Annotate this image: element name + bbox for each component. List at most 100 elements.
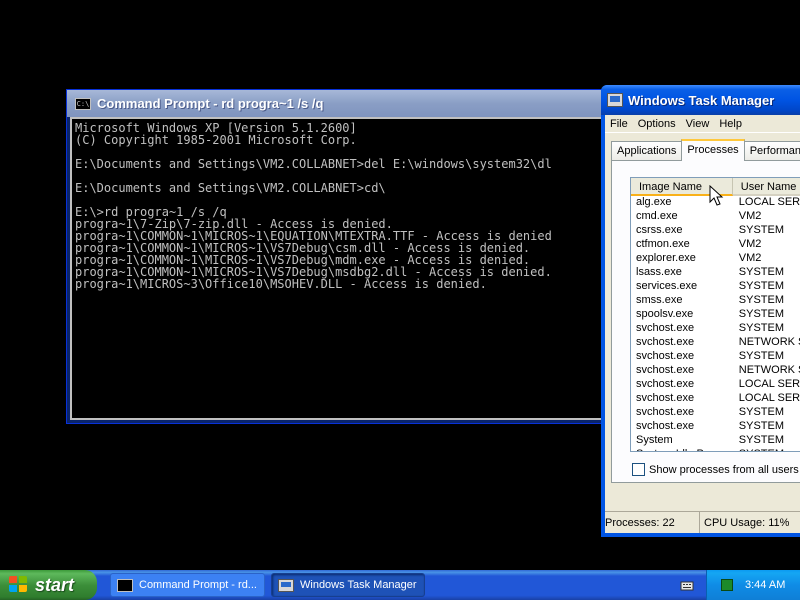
process-user-name: NETWORK SERVICE [738, 364, 800, 376]
process-row[interactable]: svchost.exe NETWORK SERVICE [631, 364, 800, 378]
process-image-name: svchost.exe [636, 322, 695, 334]
menu-options[interactable]: Options [633, 118, 681, 130]
process-user-name: SYSTEM [738, 322, 785, 334]
process-image-name: explorer.exe [636, 252, 696, 264]
menu-bar: File Options View Help [605, 115, 800, 133]
process-user-name: SYSTEM [738, 350, 785, 362]
status-process-count: Processes: 22 [605, 512, 700, 533]
task-manager-icon [607, 93, 623, 107]
process-image-name: System Idle Process [631, 448, 733, 451]
process-row[interactable]: svchost.exe SYSTEM [631, 322, 800, 336]
process-row[interactable]: svchost.exe SYSTEM [631, 420, 800, 434]
task-manager-client: File Options View Help Applications Proc… [605, 115, 800, 533]
show-all-processes-label[interactable]: Show processes from all users [649, 464, 799, 476]
process-row[interactable]: svchost.exe SYSTEM [631, 350, 800, 364]
command-prompt-titlebar[interactable]: C:\ Command Prompt - rd progra~1 /s /q [67, 90, 625, 117]
process-user-name: SYSTEM [738, 294, 785, 306]
system-tray: 3:44 AM [706, 570, 800, 600]
tab-performance[interactable]: Performance [743, 141, 800, 161]
process-image-name: cmd.exe [636, 210, 678, 222]
tab-applications[interactable]: Applications [611, 141, 683, 161]
process-image-name: smss.exe [636, 294, 683, 306]
process-user-name: SYSTEM [738, 266, 785, 278]
taskbar: start Command Prompt - rd... Windows Tas… [0, 570, 800, 600]
process-row[interactable]: smss.exe SYSTEM [631, 294, 800, 308]
task-manager-window[interactable]: Windows Task Manager File Options View H… [601, 85, 800, 537]
menu-file[interactable]: File [605, 118, 633, 130]
process-row[interactable]: svchost.exe NETWORK SERVICE [631, 336, 800, 350]
clock[interactable]: 3:44 AM [745, 579, 785, 591]
process-row[interactable]: spoolsv.exe SYSTEM [631, 308, 800, 322]
process-user-name: SYSTEM [738, 224, 785, 236]
process-user-name: SYSTEM [738, 308, 785, 320]
console-line: (C) Copyright 1985-2001 Microsoft Corp. [75, 133, 357, 147]
process-image-name: svchost.exe [636, 336, 695, 348]
process-row[interactable]: svchost.exe LOCAL SERVICE [631, 378, 800, 392]
process-rows: alg.exeLOCAL SERVICEcmd.exeVM2csrss.exeS… [631, 196, 800, 451]
cmd-icon: C:\ [75, 97, 91, 110]
processes-panel: Image Name User Name alg.exeLOCAL SERVIC… [611, 160, 800, 483]
status-cpu-usage: CPU Usage: 11% [704, 516, 790, 529]
task-manager-icon [278, 578, 294, 592]
process-image-name: services.exe [636, 280, 698, 292]
start-button[interactable]: start [0, 570, 97, 600]
keyboard-icon[interactable] [680, 578, 694, 592]
process-user-name: SYSTEM [738, 434, 785, 446]
task-manager-title: Windows Task Manager [628, 92, 775, 108]
process-row[interactable]: lsass.exe SYSTEM [631, 266, 800, 280]
process-row[interactable]: System SYSTEM [631, 434, 800, 448]
process-user-name: SYSTEM [738, 420, 785, 432]
process-row[interactable]: csrss.exe SYSTEM [631, 224, 800, 238]
mouse-pointer-icon [709, 185, 724, 206]
process-user-name: LOCAL SERVICE [738, 392, 800, 404]
process-image-name: spoolsv.exe [636, 308, 694, 320]
process-row[interactable]: svchost.exe LOCAL SERVICE [631, 392, 800, 406]
tab-strip: Applications Processes Performance [611, 139, 800, 161]
taskbar-button-command-prompt[interactable]: Command Prompt - rd... [110, 573, 265, 597]
desktop: C:\ Command Prompt - rd progra~1 /s /q M… [0, 0, 800, 600]
status-bar: Processes: 22 CPU Usage: 11% [605, 511, 800, 533]
command-prompt-frame: Microsoft Windows XP [Version 5.1.2600](… [70, 117, 622, 420]
console-line: progra~1\MICROS~3\Office10\MSOHEV.DLL - … [75, 277, 487, 291]
process-image-name: svchost.exe [636, 378, 695, 390]
tab-processes[interactable]: Processes [681, 139, 745, 161]
console-line: E:\Documents and Settings\VM2.COLLABNET>… [75, 157, 552, 171]
process-row[interactable]: svchost.exe SYSTEM [631, 406, 800, 420]
process-image-name: svchost.exe [636, 350, 695, 362]
process-row[interactable]: explorer.exe VM2 [631, 252, 800, 266]
process-user-name: NETWORK SERVICE [738, 336, 800, 348]
process-image-name: ctfmon.exe [636, 238, 690, 250]
checkbox-box[interactable] [632, 463, 645, 476]
menu-view[interactable]: View [681, 118, 715, 130]
start-label: start [35, 574, 75, 595]
process-image-name: svchost.exe [636, 392, 695, 404]
command-prompt-window[interactable]: C:\ Command Prompt - rd progra~1 /s /q M… [66, 89, 626, 424]
task-manager-titlebar[interactable]: Windows Task Manager [601, 85, 800, 115]
cmd-icon [117, 578, 133, 592]
console-output[interactable]: Microsoft Windows XP [Version 5.1.2600](… [72, 119, 620, 418]
process-image-name: lsass.exe [636, 266, 682, 278]
process-user-name: VM2 [738, 252, 762, 264]
console-line: E:\Documents and Settings\VM2.COLLABNET>… [75, 181, 386, 195]
process-image-name: svchost.exe [636, 364, 695, 376]
process-user-name: VM2 [738, 210, 762, 222]
process-row[interactable]: ctfmon.exe VM2 [631, 238, 800, 252]
process-row[interactable]: System Idle ProcessSYSTEM [631, 448, 800, 451]
process-user-name: SYSTEM [738, 280, 785, 292]
process-image-name: csrss.exe [636, 224, 683, 236]
process-user-name: LOCAL SERVICE [738, 378, 800, 390]
process-image-name: svchost.exe [636, 420, 695, 432]
menu-help[interactable]: Help [714, 118, 747, 130]
taskbar-button-task-manager[interactable]: Windows Task Manager [271, 573, 425, 597]
column-user-name[interactable]: User Name [733, 178, 800, 196]
process-user-name: LOCAL SERVICE [738, 196, 800, 208]
command-prompt-title: Command Prompt - rd progra~1 /s /q [97, 96, 324, 111]
process-image-name: svchost.exe [636, 406, 695, 418]
process-row[interactable]: cmd.exe VM2 [631, 210, 800, 224]
network-monitor-icon[interactable] [721, 579, 733, 591]
process-user-name: SYSTEM [733, 448, 800, 451]
process-row[interactable]: services.exe SYSTEM [631, 280, 800, 294]
process-list[interactable]: Image Name User Name alg.exeLOCAL SERVIC… [630, 177, 800, 452]
process-image-name: System [636, 434, 673, 446]
show-all-processes-checkbox[interactable]: Show processes from all users [632, 463, 799, 476]
